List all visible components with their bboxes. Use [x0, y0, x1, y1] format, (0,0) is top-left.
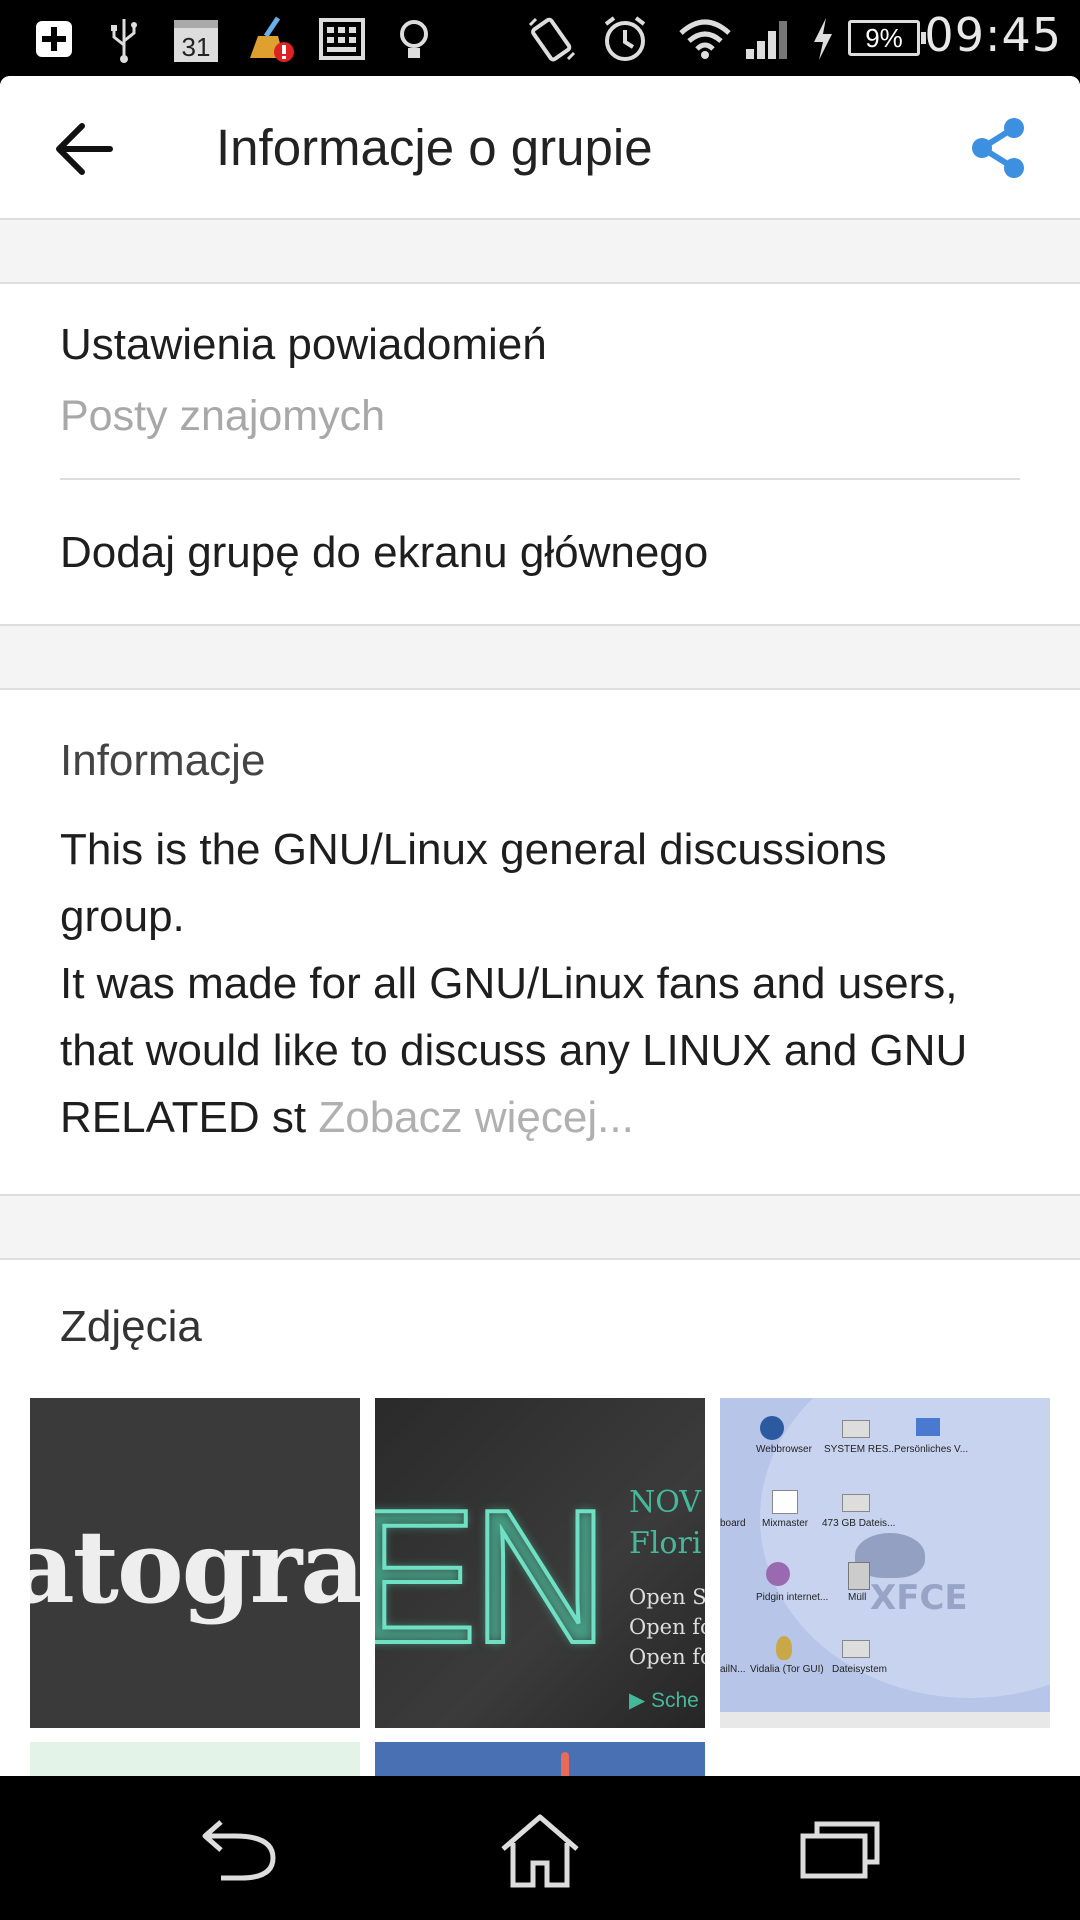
desktop-icon-label: Webbrowser	[756, 1444, 812, 1455]
divider	[60, 478, 1020, 480]
neon-heading-1: NOV	[629, 1485, 701, 1520]
usb-icon	[104, 14, 144, 64]
desktop-icon-label: Mixmaster	[762, 1518, 809, 1529]
desktop-icon-label: 473 GB Dateis...	[822, 1518, 896, 1529]
neon-schedule: ▶ Sche	[629, 1688, 699, 1713]
desktop-icon-label: Vidalia (Tor GUI)	[750, 1664, 824, 1675]
desktop-icon-label: SYSTEM RES...	[824, 1444, 897, 1455]
lightbulb-icon	[394, 14, 434, 64]
page-title: Informacje o grupie	[216, 119, 653, 176]
toolbar: Informacje o grupie	[0, 76, 1080, 220]
photo-thumbnail[interactable]: XFCE Webbrowser SYSTEM RES... Persönlich…	[720, 1398, 1050, 1728]
add-to-home-label: Dodaj grupę do ekranu głównego	[60, 528, 709, 577]
notification-settings-label: Ustawienia powiadomień	[60, 320, 547, 369]
group-info-screen: Informacje o grupie Ustawienia powiadomi…	[0, 76, 1080, 1776]
status-bar: 31 9% 09:45	[0, 0, 1080, 76]
xfce-logo: XFCE	[870, 1578, 968, 1618]
browser-icon	[760, 1416, 784, 1440]
vidalia-icon	[776, 1636, 792, 1660]
section-gap	[0, 624, 1080, 690]
neon-heading-2: Flori	[629, 1526, 702, 1561]
charging-icon	[806, 14, 840, 64]
photo-thumbnail[interactable]: EN NOV Flori Open Sc Open fo Open fo ▶ S…	[375, 1398, 705, 1728]
keyboard-icon	[316, 14, 368, 64]
drive-icon	[842, 1420, 870, 1438]
desktop-icon-label: Pidgin internet...	[756, 1592, 829, 1603]
mixmaster-icon	[772, 1490, 798, 1514]
signal-icon	[742, 14, 792, 64]
trash-icon	[848, 1562, 870, 1590]
notification-settings-value: Posty znajomych	[60, 392, 386, 440]
desktop-icon-label: ailN...	[720, 1664, 746, 1675]
taskbar	[720, 1712, 1050, 1728]
wifi-icon	[676, 14, 734, 64]
see-more-link[interactable]: Zobacz więcej...	[318, 1093, 633, 1142]
desktop-icon-label: Persönliches V...	[894, 1444, 969, 1455]
group-description: This is the GNU/Linux general discussion…	[60, 816, 1000, 1151]
desktop-icon-label: Dateisystem	[832, 1664, 888, 1675]
share-icon[interactable]	[968, 116, 1028, 180]
calendar-icon: 31	[170, 14, 222, 64]
desktop-icon-label: Müll	[848, 1592, 867, 1603]
rotate-icon	[524, 14, 580, 64]
photo-thumbnail[interactable]	[375, 1742, 705, 1776]
home-nav-icon[interactable]	[490, 1806, 590, 1896]
neon-schedule-label: Sche	[650, 1689, 699, 1712]
photo-thumbnail[interactable]	[30, 1742, 360, 1776]
photo-thumbnail[interactable]: atogra	[30, 1398, 360, 1728]
thumbnail-text: atogra	[30, 1508, 360, 1626]
neon-text: EN	[375, 1469, 611, 1685]
desktop-icon-label: board	[720, 1518, 746, 1529]
pidgin-icon	[766, 1562, 790, 1586]
recents-nav-icon[interactable]	[790, 1806, 890, 1896]
drive-icon	[842, 1494, 870, 1512]
section-gap	[0, 1194, 1080, 1260]
add-icon	[30, 14, 78, 64]
back-nav-icon[interactable]	[190, 1806, 290, 1896]
info-heading: Informacje	[60, 736, 266, 785]
neon-line: Open fo	[629, 1615, 705, 1639]
alarm-icon	[598, 14, 652, 64]
photos-heading: Zdjęcia	[60, 1302, 202, 1351]
clock: 09:45	[924, 8, 1062, 62]
neon-line: Open fo	[629, 1645, 705, 1669]
section-gap	[0, 218, 1080, 284]
battery-icon: 9%	[848, 20, 926, 56]
navigation-bar	[0, 1776, 1080, 1920]
drive-icon	[842, 1640, 870, 1658]
calendar-day: 31	[182, 32, 211, 62]
play-icon: ▶	[629, 1689, 651, 1712]
arrow-back-icon[interactable]	[52, 120, 116, 178]
neon-line: Open Sc	[629, 1585, 705, 1609]
battery-level: 9%	[865, 22, 903, 53]
cleaner-icon	[244, 14, 296, 64]
folder-icon	[916, 1418, 940, 1436]
